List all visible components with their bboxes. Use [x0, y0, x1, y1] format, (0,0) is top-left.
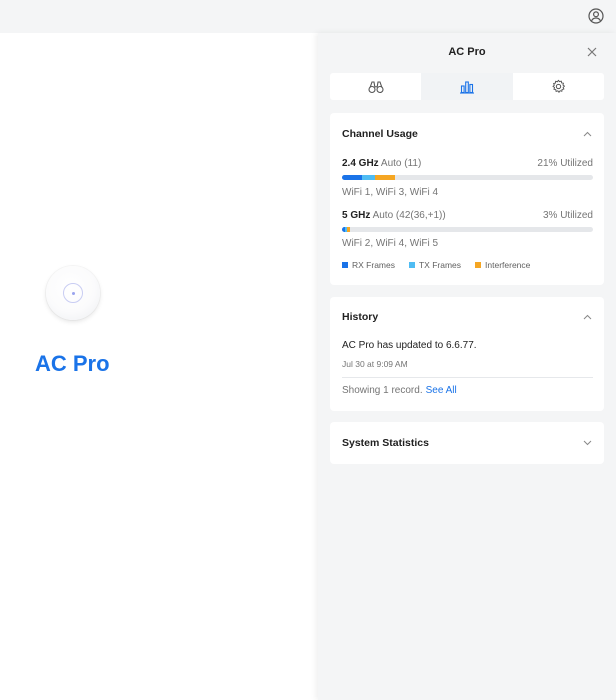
- history-timestamp: Jul 30 at 9:09 AM: [342, 359, 408, 369]
- legend-tx: TX Frames: [408, 260, 462, 270]
- device-image: [46, 266, 100, 320]
- gear-icon: [552, 79, 565, 93]
- legend-tx-swatch: [408, 262, 415, 268]
- chevron-up-icon[interactable]: [582, 312, 592, 322]
- band-2g-utilization: 21% Utilized: [537, 158, 593, 169]
- band-5g-channel: Auto (42(36,+1)): [372, 210, 446, 221]
- bar-chart-icon: [459, 80, 474, 94]
- tab-overview[interactable]: [330, 73, 421, 100]
- close-icon[interactable]: [586, 46, 598, 58]
- band-5g-interference-segment: [347, 227, 350, 232]
- legend-rx-label: RX Frames: [352, 260, 395, 270]
- system-statistics-card[interactable]: System Statistics: [330, 422, 604, 464]
- band-2g-networks: WiFi 1, WiFi 3, WiFi 4: [342, 187, 439, 198]
- legend-interference: Interference: [475, 260, 530, 270]
- channel-usage-legend: RX Frames TX Frames Interference: [342, 260, 544, 270]
- history-title: History: [342, 311, 379, 323]
- band-2g-channel: Auto (11): [380, 158, 422, 169]
- band-2g-label: 2.4 GHz: [342, 158, 379, 169]
- legend-tx-label: TX Frames: [418, 260, 462, 270]
- tab-settings[interactable]: [513, 73, 604, 100]
- tab-statistics[interactable]: [421, 73, 513, 100]
- history-divider: [342, 377, 593, 378]
- band-5g-row: 5 GHz Auto (42(36,+1)) 3% Utilized: [342, 210, 593, 221]
- band-2g-tx-segment: [362, 175, 375, 180]
- legend-rx-swatch: [342, 262, 348, 268]
- legend-rx: RX Frames: [342, 260, 395, 270]
- panel-tabs: [330, 73, 604, 100]
- device-overview: AC Pro: [0, 33, 318, 700]
- band-2g-usage-bar: [342, 175, 593, 180]
- band-5g-label: 5 GHz: [342, 210, 371, 221]
- legend-interference-label: Interference: [485, 260, 531, 270]
- band-5g-networks: WiFi 2, WiFi 4, WiFi 5: [342, 238, 439, 249]
- system-statistics-title: System Statistics: [342, 437, 429, 449]
- band-5g-utilization: 3% Utilized: [542, 210, 593, 221]
- band-2g-interference-segment: [374, 175, 395, 180]
- panel-title: AC Pro: [448, 46, 486, 58]
- legend-interference-swatch: [475, 262, 482, 268]
- see-all-link[interactable]: See All: [426, 385, 457, 396]
- channel-usage-header[interactable]: Channel Usage: [330, 128, 604, 148]
- user-account-icon[interactable]: [587, 7, 604, 24]
- binoculars-icon: [368, 80, 384, 93]
- system-statistics-header[interactable]: System Statistics: [330, 437, 604, 457]
- band-5g-usage-bar: [342, 227, 593, 232]
- band-2g-row: 2.4 GHz Auto (11) 21% Utilized: [342, 158, 593, 169]
- history-footer: Showing 1 record. See All: [342, 385, 457, 396]
- device-name: AC Pro: [35, 351, 110, 376]
- chevron-up-icon[interactable]: [582, 129, 592, 139]
- chevron-down-icon[interactable]: [582, 438, 592, 448]
- channel-usage-card: Channel Usage 2.4 GHz Auto (11) 21% Util…: [330, 113, 604, 285]
- channel-usage-title: Channel Usage: [342, 128, 418, 140]
- top-bar: [0, 0, 616, 33]
- band-2g-rx-segment: [342, 175, 363, 180]
- history-header[interactable]: History: [330, 311, 604, 331]
- device-properties-panel: AC Pro Channel Usage 2.4 GHz Auto (11) 2…: [318, 33, 616, 700]
- device-led-ring-icon: [63, 283, 83, 303]
- history-message: AC Pro has updated to 6.6.77.: [342, 340, 477, 351]
- history-card: History AC Pro has updated to 6.6.77. Ju…: [330, 297, 604, 411]
- history-record-count: Showing 1 record.: [342, 385, 423, 396]
